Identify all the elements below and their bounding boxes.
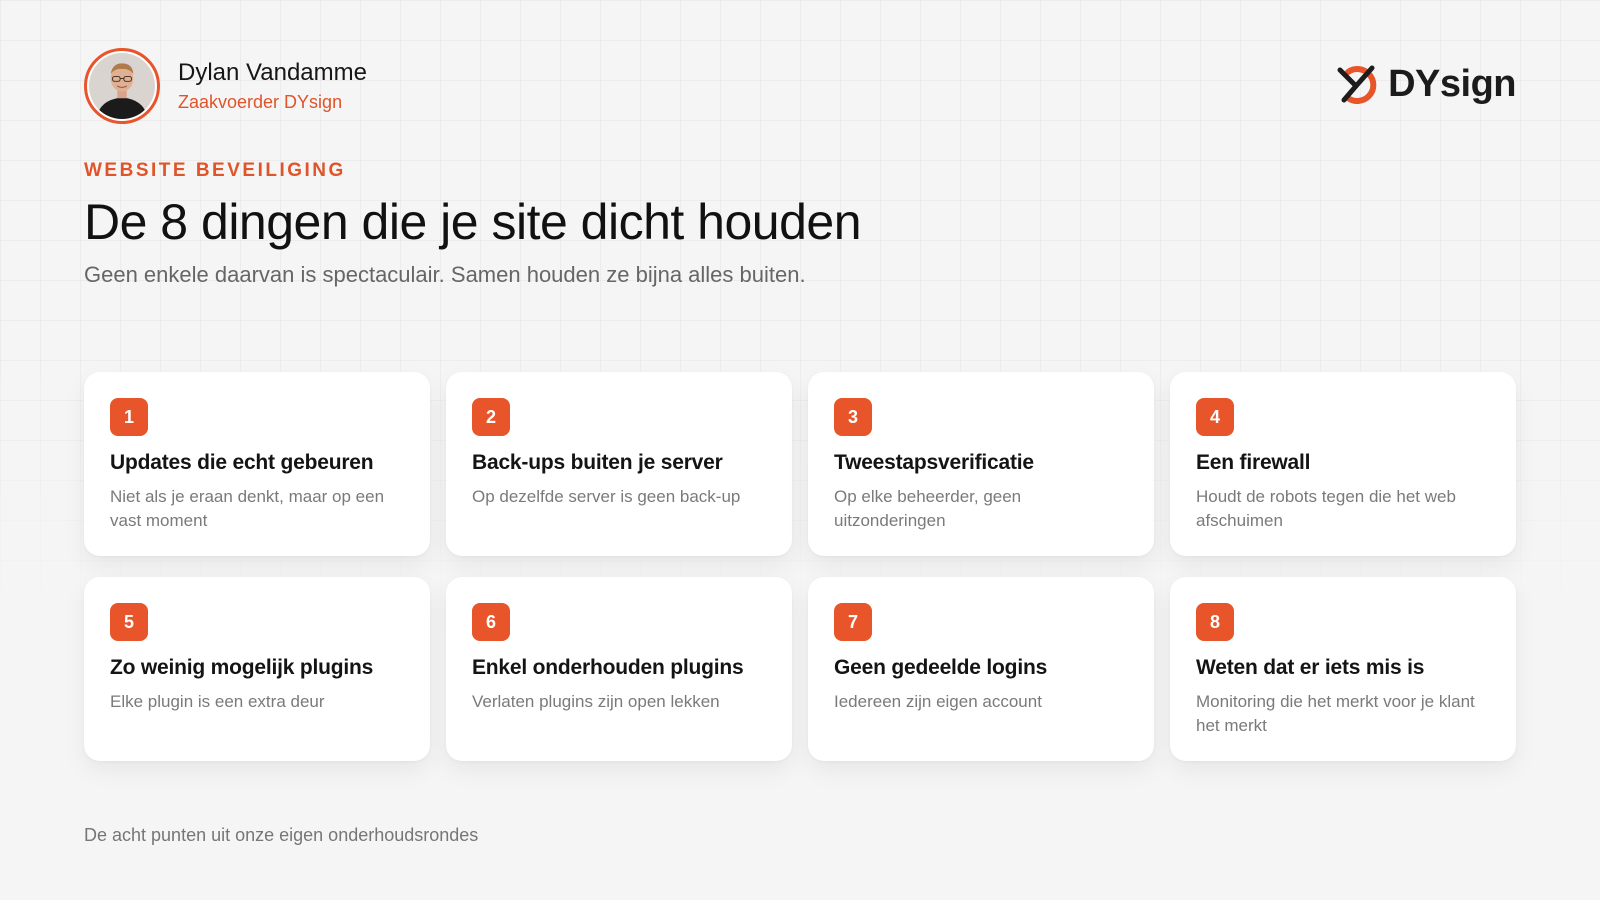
card-description: Op elke beheerder, geen uitzonderingen (834, 487, 1022, 530)
card-number-badge: 2 (472, 398, 510, 436)
author-block: Dylan Vandamme Zaakvoerder DYsign (84, 48, 367, 124)
card-number-badge: 4 (1196, 398, 1234, 436)
card-title: Tweestapsverificatie (834, 451, 1034, 474)
checklist-card: 4 Een firewall Houdt de robots tegen die… (1170, 372, 1516, 556)
dysign-logo-icon (1337, 65, 1377, 104)
page-subtitle: Geen enkele daarvan is spectaculair. Sam… (84, 262, 806, 287)
brand-logo: DYsign (1336, 62, 1516, 106)
card-description: Monitoring die het merkt voor je klant h… (1196, 692, 1475, 735)
section-eyebrow: WEBSITE BEVEILIGING (84, 160, 346, 181)
card-title: Back-ups buiten je server (472, 451, 723, 474)
checklist-grid: 1 Updates die echt gebeuren Niet als je … (84, 372, 1516, 761)
page-title: De 8 dingen die je site dicht houden (84, 194, 862, 250)
card-title: Enkel onderhouden plugins (472, 656, 744, 679)
card-title: Geen gedeelde logins (834, 656, 1048, 679)
checklist-card: 5 Zo weinig mogelijk plugins Elke plugin… (84, 577, 430, 761)
checklist-card: 7 Geen gedeelde logins Iedereen zijn eig… (808, 577, 1154, 761)
card-number-badge: 1 (110, 398, 148, 436)
person-photo-icon (89, 53, 155, 119)
card-description: Iedereen zijn eigen account (834, 692, 1042, 711)
brand-name: DYsign (1388, 62, 1516, 105)
card-description: Niet als je eraan denkt, maar op een vas… (110, 487, 385, 530)
author-avatar (84, 48, 160, 124)
checklist-card: 8 Weten dat er iets mis is Monitoring di… (1170, 577, 1516, 761)
slide: Dylan Vandamme Zaakvoerder DYsign DYsign… (0, 0, 1600, 900)
author-role: Zaakvoerder DYsign (178, 92, 343, 112)
checklist-card: 6 Enkel onderhouden plugins Verlaten plu… (446, 577, 792, 761)
card-description: Verlaten plugins zijn open lekken (472, 692, 720, 711)
checklist-card: 2 Back-ups buiten je server Op dezelfde … (446, 372, 792, 556)
card-number-badge: 7 (834, 603, 872, 641)
checklist-card: 3 Tweestapsverificatie Op elke beheerder… (808, 372, 1154, 556)
card-title: Zo weinig mogelijk plugins (110, 656, 374, 679)
author-name: Dylan Vandamme (178, 59, 367, 86)
card-description: Op dezelfde server is geen back-up (472, 487, 741, 506)
card-title: Een firewall (1196, 451, 1311, 474)
card-number-badge: 3 (834, 398, 872, 436)
checklist-card: 1 Updates die echt gebeuren Niet als je … (84, 372, 430, 556)
card-number-badge: 8 (1196, 603, 1234, 641)
footer-note: De acht punten uit onze eigen onderhouds… (84, 825, 479, 845)
card-title: Weten dat er iets mis is (1196, 656, 1425, 679)
card-number-badge: 6 (472, 603, 510, 641)
card-description: Elke plugin is een extra deur (110, 692, 325, 711)
card-title: Updates die echt gebeuren (110, 451, 374, 474)
card-number-badge: 5 (110, 603, 148, 641)
card-description: Houdt de robots tegen die het web afschu… (1196, 487, 1456, 530)
